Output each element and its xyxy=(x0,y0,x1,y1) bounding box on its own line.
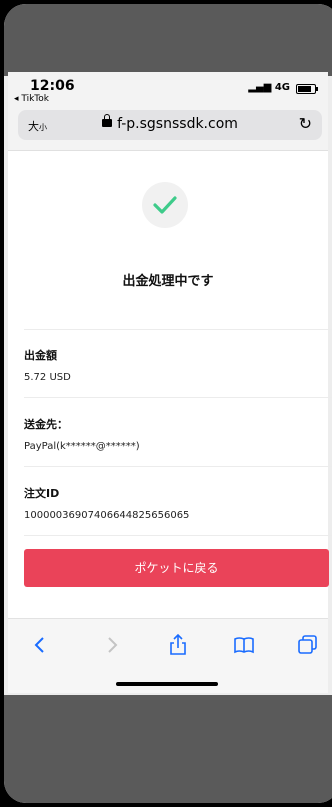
browser-screen: 12:06 ◂ TikTok ▂▄▆ 4G 大小 f-p.sgsnssdk.co… xyxy=(8,72,332,692)
signal-indicator: ▂▄▆ 4G xyxy=(248,82,290,93)
amount-value: 5.72 USD xyxy=(24,372,71,383)
battery-icon xyxy=(296,84,318,94)
status-time: 12:06 xyxy=(30,78,75,94)
return-to-pocket-button[interactable]: ポケットに戻る xyxy=(24,549,329,587)
address-bar-area: 大小 f-p.sgsnssdk.com ↻ xyxy=(8,104,328,151)
url-text: f-p.sgsnssdk.com xyxy=(117,116,238,132)
order-id-label: 注文ID xyxy=(24,487,60,500)
network-type: 4G xyxy=(274,82,290,93)
page-title: 出金処理中です xyxy=(122,274,214,289)
back-to-app-link[interactable]: ◂ TikTok xyxy=(14,94,49,104)
amount-label: 出金額 xyxy=(24,349,57,362)
top-bezel xyxy=(4,4,332,76)
tabs-icon[interactable] xyxy=(296,633,320,657)
url-display[interactable]: f-p.sgsnssdk.com xyxy=(18,114,322,132)
bottom-bezel xyxy=(4,695,332,803)
reload-icon[interactable]: ↻ xyxy=(299,114,312,133)
divider xyxy=(24,535,332,536)
address-bar[interactable]: 大小 f-p.sgsnssdk.com ↻ xyxy=(18,110,322,140)
order-id-value: 1000003690740664482565606​5 xyxy=(24,510,190,521)
status-bar: 12:06 ◂ TikTok ▂▄▆ 4G xyxy=(8,72,328,104)
share-icon[interactable] xyxy=(166,633,190,657)
success-check-icon xyxy=(142,182,188,228)
back-icon[interactable] xyxy=(28,633,52,657)
lock-icon xyxy=(102,114,113,127)
bookmarks-icon[interactable] xyxy=(232,633,256,657)
recipient-label: 送金先： xyxy=(24,418,68,431)
divider xyxy=(24,466,332,467)
recipient-value: PayPal(k******@******) xyxy=(24,441,140,452)
home-indicator xyxy=(116,682,218,686)
forward-icon[interactable] xyxy=(100,633,124,657)
divider xyxy=(24,329,332,330)
divider xyxy=(24,397,332,398)
